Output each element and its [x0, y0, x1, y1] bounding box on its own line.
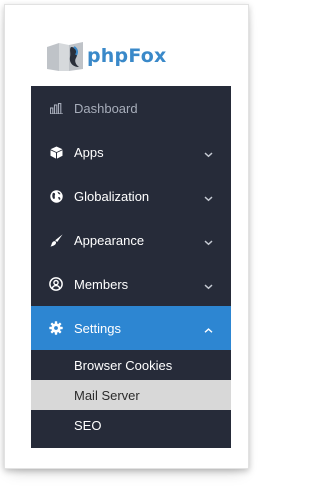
- chevron-down-icon: [204, 235, 213, 246]
- chevron-up-icon: [204, 323, 213, 333]
- sidebar-item-apps[interactable]: Apps: [31, 130, 231, 174]
- sidebar-card: phpFox Dashboard Apps Globalization Appe…: [4, 4, 249, 469]
- cube-icon: [49, 145, 63, 159]
- submenu-item-label: Mail Server: [74, 387, 140, 403]
- user-circle-icon: [49, 277, 63, 291]
- submenu-item-seo[interactable]: SEO: [31, 410, 231, 440]
- gear-icon: [49, 321, 63, 335]
- sidebar-item-settings[interactable]: Settings: [31, 306, 231, 350]
- submenu-item-browser-cookies[interactable]: Browser Cookies: [31, 350, 231, 380]
- submenu-item-label: Browser Cookies: [74, 357, 173, 373]
- submenu-item-label: SEO: [74, 417, 102, 433]
- sidebar-item-globalization[interactable]: Globalization: [31, 174, 231, 218]
- phpfox-logo-icon: [45, 39, 85, 73]
- brand-logo[interactable]: phpFox: [45, 39, 166, 73]
- sidebar-item-members[interactable]: Members: [31, 262, 231, 306]
- sidebar-item-appearance[interactable]: Appearance: [31, 218, 231, 262]
- submenu-item-mail-server[interactable]: Mail Server: [31, 380, 231, 410]
- bar-chart-icon: [49, 101, 63, 115]
- brand-name: phpFox: [87, 45, 167, 67]
- admin-sidebar-nav: Dashboard Apps Globalization Appearance …: [31, 86, 231, 448]
- paint-brush-icon: [49, 233, 63, 247]
- chevron-down-icon: [204, 191, 213, 202]
- chevron-down-icon: [204, 279, 213, 290]
- globe-icon: [49, 189, 63, 203]
- sidebar-item-dashboard[interactable]: Dashboard: [31, 86, 231, 130]
- sidebar-item-label: Dashboard: [74, 100, 138, 116]
- chevron-down-icon: [204, 147, 213, 158]
